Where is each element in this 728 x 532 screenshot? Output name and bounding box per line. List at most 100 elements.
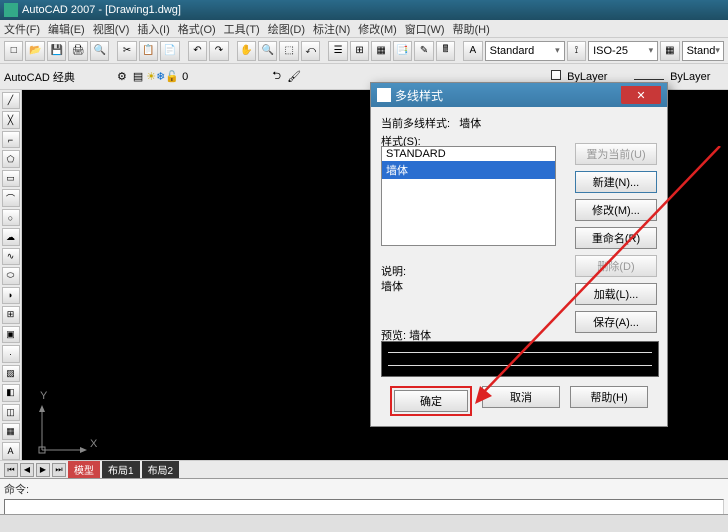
current-style-value: 墙体: [459, 118, 481, 130]
layer-combo[interactable]: ☀❄🔓 0: [146, 70, 266, 83]
menu-draw[interactable]: 绘图(D): [268, 21, 305, 37]
table-style-icon[interactable]: ▦: [660, 41, 679, 61]
text-style-icon[interactable]: A: [463, 41, 482, 61]
help-button[interactable]: 帮助(H): [570, 386, 648, 408]
revcloud-icon[interactable]: ☁: [2, 228, 20, 245]
pan-icon[interactable]: ✋: [237, 41, 256, 61]
tab-first-icon[interactable]: ⏮: [4, 463, 18, 477]
tool-palette-icon[interactable]: ▦: [371, 41, 390, 61]
menu-help[interactable]: 帮助(H): [453, 21, 490, 37]
tab-next-icon[interactable]: ▶: [36, 463, 50, 477]
arc-icon[interactable]: ⌒: [2, 189, 20, 206]
preview-icon[interactable]: 🔍: [90, 41, 109, 61]
design-center-icon[interactable]: ⊞: [350, 41, 369, 61]
line-icon[interactable]: ╱: [2, 92, 20, 109]
menu-tools[interactable]: 工具(T): [224, 21, 260, 37]
hatch-icon[interactable]: ▨: [2, 365, 20, 382]
dim-style-icon[interactable]: ⟟: [567, 41, 586, 61]
ucs-x: X: [90, 438, 97, 450]
menu-modify[interactable]: 修改(M): [358, 21, 397, 37]
undo-icon[interactable]: ↶: [188, 41, 207, 61]
zoom-prev-icon[interactable]: ⤺: [301, 41, 320, 61]
circle-icon[interactable]: ○: [2, 209, 20, 226]
paste-icon[interactable]: 📄: [160, 41, 179, 61]
print-icon[interactable]: 🖨: [68, 41, 87, 61]
command-input[interactable]: [4, 499, 724, 515]
gradient-icon[interactable]: ◧: [2, 384, 20, 401]
zoom-window-icon[interactable]: ⬚: [279, 41, 298, 61]
linetype-combo[interactable]: ByLayer: [634, 71, 724, 83]
new-icon[interactable]: □: [4, 41, 23, 61]
workspace-combo[interactable]: AutoCAD 经典: [4, 69, 114, 85]
markup-icon[interactable]: ✎: [414, 41, 433, 61]
redo-icon[interactable]: ↷: [209, 41, 228, 61]
tab-prev-icon[interactable]: ◀: [20, 463, 34, 477]
tab-model[interactable]: 模型: [68, 461, 100, 478]
menu-window[interactable]: 窗口(W): [405, 21, 445, 37]
ok-highlight: 确定: [390, 386, 472, 416]
load-button[interactable]: 加载(L)...: [575, 283, 657, 305]
current-style-label: 当前多线样式: 墙体: [381, 115, 481, 131]
list-item[interactable]: 墙体: [382, 161, 555, 179]
modify-button[interactable]: 修改(M)...: [575, 199, 657, 221]
menu-file[interactable]: 文件(F): [4, 21, 40, 37]
list-item[interactable]: STANDARD: [382, 147, 555, 161]
ellipse-icon[interactable]: ⬭: [2, 267, 20, 284]
menu-view[interactable]: 视图(V): [93, 21, 130, 37]
table-icon[interactable]: ▦: [2, 423, 20, 440]
make-block-icon[interactable]: ▣: [2, 326, 20, 343]
calc-icon[interactable]: 🖩: [436, 41, 455, 61]
workspace-settings-icon[interactable]: ⚙: [117, 70, 127, 83]
rectangle-icon[interactable]: ▭: [2, 170, 20, 187]
menu-edit[interactable]: 编辑(E): [48, 21, 85, 37]
dim-style-combo[interactable]: ISO-25: [588, 41, 658, 61]
tab-last-icon[interactable]: ⏭: [52, 463, 66, 477]
cut-icon[interactable]: ✂: [117, 41, 136, 61]
command-line: 命令:: [0, 478, 728, 514]
cancel-button[interactable]: 取消: [482, 386, 560, 408]
polygon-icon[interactable]: ⬠: [2, 150, 20, 167]
menu-dimension[interactable]: 标注(N): [313, 21, 350, 37]
rename-button[interactable]: 重命名(R): [575, 227, 657, 249]
table-style-combo[interactable]: Stand: [682, 41, 724, 61]
region-icon[interactable]: ◫: [2, 404, 20, 421]
ok-button[interactable]: 确定: [394, 390, 468, 412]
menu-format[interactable]: 格式(O): [178, 21, 216, 37]
ucs-y: Y: [40, 390, 47, 402]
spline-icon[interactable]: ∿: [2, 248, 20, 265]
copy-icon[interactable]: 📋: [139, 41, 158, 61]
polyline-icon[interactable]: ⌐: [2, 131, 20, 148]
save-icon[interactable]: 💾: [47, 41, 66, 61]
properties-icon[interactable]: ☰: [328, 41, 347, 61]
linetype-value: ByLayer: [670, 71, 710, 83]
xline-icon[interactable]: ╳: [2, 111, 20, 128]
mtext-icon[interactable]: A: [2, 442, 20, 459]
description-value: 墙体: [381, 278, 403, 294]
point-icon[interactable]: ·: [2, 345, 20, 362]
close-button[interactable]: ✕: [621, 86, 661, 104]
new-button[interactable]: 新建(N)...: [575, 171, 657, 193]
zoom-icon[interactable]: 🔍: [258, 41, 277, 61]
window-titlebar: AutoCAD 2007 - [Drawing1.dwg]: [0, 0, 728, 20]
ellipse-arc-icon[interactable]: ◗: [2, 287, 20, 304]
description-label: 说明:: [381, 263, 406, 279]
delete-button[interactable]: 删除(D): [575, 255, 657, 277]
dialog-side-buttons: 置为当前(U) 新建(N)... 修改(M)... 重命名(R) 删除(D) 加…: [575, 143, 657, 333]
save-button[interactable]: 保存(A)...: [575, 311, 657, 333]
dialog-titlebar[interactable]: 多线样式 ✕: [371, 83, 667, 107]
insert-block-icon[interactable]: ⊞: [2, 306, 20, 323]
command-prompt: 命令:: [4, 481, 724, 497]
set-current-button[interactable]: 置为当前(U): [575, 143, 657, 165]
menu-insert[interactable]: 插入(I): [137, 21, 169, 37]
app-icon: [4, 3, 18, 17]
styles-listbox[interactable]: STANDARD 墙体: [381, 146, 556, 246]
open-icon[interactable]: 📂: [25, 41, 44, 61]
sheet-set-icon[interactable]: 📑: [393, 41, 412, 61]
text-style-combo[interactable]: Standard: [485, 41, 565, 61]
layer-properties-icon[interactable]: ▤: [133, 70, 143, 83]
layer-prev-icon[interactable]: ⮌: [272, 67, 281, 86]
match-icon[interactable]: 🖌: [287, 70, 301, 83]
dialog-actions: 确定 取消 帮助(H): [371, 386, 667, 416]
tab-layout1[interactable]: 布局1: [102, 461, 140, 478]
tab-layout2[interactable]: 布局2: [142, 461, 180, 478]
